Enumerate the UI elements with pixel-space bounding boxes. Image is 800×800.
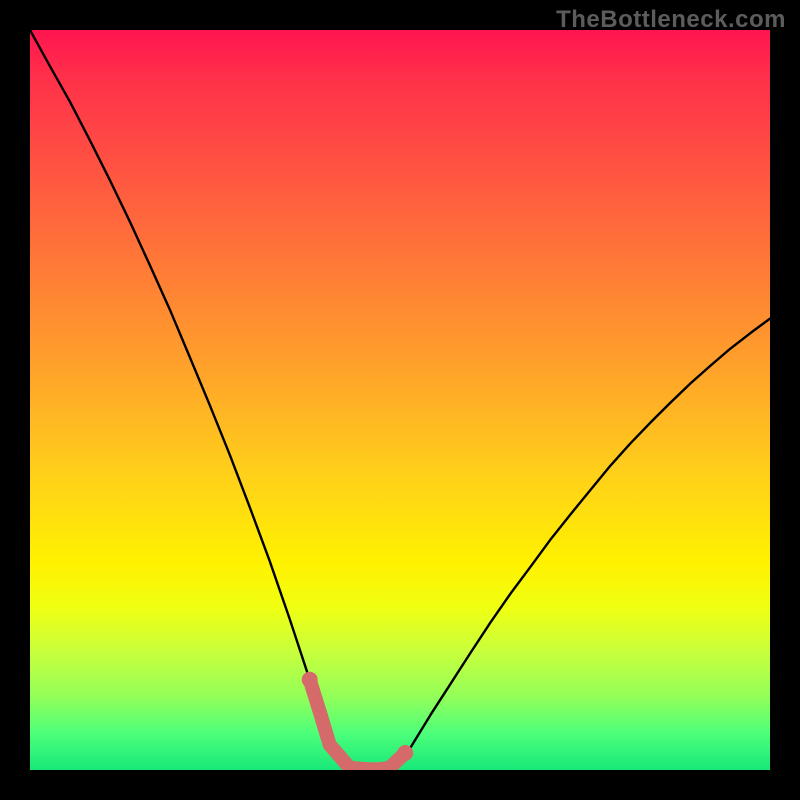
bottleneck-curve-path [30, 30, 770, 769]
fit-indicator-path [310, 680, 406, 770]
fit-dot-left [302, 672, 318, 688]
chart-svg [30, 30, 770, 770]
fit-dot-right [397, 745, 413, 761]
chart-frame: TheBottleneck.com [0, 0, 800, 800]
plot-area [30, 30, 770, 770]
